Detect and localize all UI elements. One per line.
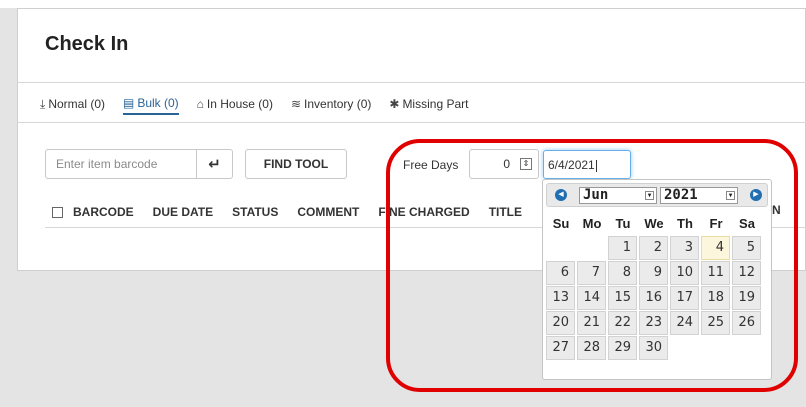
- text-cursor: [595, 159, 597, 172]
- tab-missing-part[interactable]: ✱ Missing Part: [389, 93, 468, 115]
- year-select[interactable]: 2021 ▼: [660, 187, 738, 204]
- day-cell[interactable]: 22: [608, 311, 637, 335]
- day-cell[interactable]: 25: [701, 311, 730, 335]
- spinner-arrows-icon[interactable]: ⇕: [520, 158, 532, 170]
- day-cell[interactable]: 19: [732, 286, 761, 310]
- free-days-stepper[interactable]: 0 ⇕: [469, 149, 539, 179]
- tab-inventory[interactable]: ≋ Inventory (0): [291, 93, 371, 115]
- day-cell[interactable]: 13: [546, 286, 575, 310]
- empty-day-cell: [546, 236, 575, 260]
- day-cell[interactable]: 14: [577, 286, 606, 310]
- column-status[interactable]: STATUS: [232, 205, 278, 219]
- day-cell[interactable]: 28: [577, 336, 606, 360]
- weekday-label: Sa: [739, 216, 755, 231]
- tab-bulk[interactable]: ▤ Bulk (0): [122, 93, 179, 115]
- weekday-label: We: [644, 216, 664, 231]
- enter-arrow-icon[interactable]: ↵: [196, 150, 232, 178]
- barcode-list-icon: ▤: [122, 96, 135, 110]
- weekday-label: Su: [552, 216, 570, 231]
- date-value: 6/4/2021: [548, 158, 595, 172]
- chevron-down-icon: ▼: [726, 191, 735, 200]
- prev-month-icon[interactable]: ◀: [555, 189, 567, 201]
- day-cell[interactable]: 9: [639, 261, 668, 285]
- day-cell[interactable]: 24: [670, 311, 699, 335]
- layers-icon: ≋: [290, 97, 302, 111]
- day-cell[interactable]: 27: [546, 336, 575, 360]
- day-cell[interactable]: 17: [670, 286, 699, 310]
- weekday-label: Th: [677, 216, 693, 231]
- tab-missing-part-label: Missing Part: [402, 97, 469, 111]
- free-days-value: 0: [503, 157, 510, 171]
- day-cell[interactable]: 6: [546, 261, 575, 285]
- divider: [18, 82, 806, 83]
- weekday-label: Fr: [709, 216, 723, 231]
- barcode-input-group: Enter item barcode ↵: [45, 149, 233, 179]
- day-cell[interactable]: 16: [639, 286, 668, 310]
- find-tool-button[interactable]: FIND TOOL: [245, 149, 347, 179]
- tab-normal-label: Normal (0): [48, 97, 105, 111]
- page-title: Check In: [45, 33, 129, 55]
- day-cell[interactable]: 7: [577, 261, 606, 285]
- weekday-row: Su Mo Tu We Th Fr Sa: [546, 213, 768, 235]
- column-fine-charged[interactable]: FINE CHARGED: [378, 205, 469, 219]
- column-barcode[interactable]: BARCODE: [73, 205, 134, 219]
- datepicker-header: ◀ Jun ▼ 2021 ▼ ▶: [546, 183, 768, 207]
- next-month-icon[interactable]: ▶: [750, 189, 762, 201]
- day-cell[interactable]: 2: [639, 236, 668, 260]
- weekday-label: Mo: [582, 216, 602, 231]
- date-input[interactable]: 6/4/2021: [543, 150, 631, 179]
- download-icon: ⤓: [40, 96, 46, 111]
- day-cell[interactable]: 11: [701, 261, 730, 285]
- year-value: 2021: [664, 187, 698, 203]
- day-cell[interactable]: 23: [639, 311, 668, 335]
- tab-in-house-label: In House (0): [206, 97, 273, 111]
- day-cell[interactable]: 8: [608, 261, 637, 285]
- barcode-input[interactable]: Enter item barcode: [46, 150, 196, 178]
- datepicker: ◀ Jun ▼ 2021 ▼ ▶ Su Mo Tu We Th Fr Sa 12345678…: [542, 179, 772, 380]
- chevron-down-icon: ▼: [645, 191, 654, 200]
- day-cell[interactable]: 21: [577, 311, 606, 335]
- day-cell[interactable]: 30: [639, 336, 668, 360]
- column-title[interactable]: TITLE: [489, 205, 522, 219]
- empty-day-cell: [577, 236, 606, 260]
- day-cell[interactable]: 18: [701, 286, 730, 310]
- tab-normal[interactable]: ⤓ Normal (0): [40, 93, 105, 115]
- day-cell[interactable]: 12: [732, 261, 761, 285]
- day-cell[interactable]: 15: [608, 286, 637, 310]
- day-cell[interactable]: 29: [608, 336, 637, 360]
- month-select[interactable]: Jun ▼: [579, 187, 657, 204]
- month-value: Jun: [583, 187, 609, 203]
- column-comment[interactable]: COMMENT: [297, 205, 359, 219]
- day-cell[interactable]: 3: [670, 236, 699, 260]
- column-due-date[interactable]: DUE DATE: [153, 205, 213, 219]
- column-partial: N: [772, 203, 781, 217]
- tab-in-house[interactable]: ⌂ In House (0): [197, 93, 273, 115]
- free-days-label: Free Days: [403, 158, 459, 172]
- select-all-checkbox[interactable]: [52, 206, 63, 218]
- day-cell[interactable]: 5: [732, 236, 761, 260]
- tab-bulk-label: Bulk (0): [137, 96, 179, 110]
- day-cell[interactable]: 1: [608, 236, 637, 260]
- weekday-label: Tu: [615, 216, 631, 231]
- day-cell[interactable]: 10: [670, 261, 699, 285]
- puzzle-icon: ✱: [389, 97, 400, 111]
- day-cell[interactable]: 26: [732, 311, 761, 335]
- day-grid: 1 2 3 4 5 6 7 8 9 10 11 12 13 14 15 16 17 18 19 20 21 22 23 24 2…: [546, 236, 768, 360]
- day-cell[interactable]: 20: [546, 311, 575, 335]
- tab-inventory-label: Inventory (0): [304, 97, 372, 111]
- table-header: BARCODE DUE DATE STATUS COMMENT FINE CHA…: [45, 197, 541, 227]
- home-icon: ⌂: [196, 97, 204, 111]
- tab-bar: ⤓ Normal (0) ▤ Bulk (0) ⌂ In House (0) ≋…: [40, 93, 486, 115]
- top-strip: [0, 0, 806, 8]
- divider: [18, 122, 806, 123]
- day-cell[interactable]: 4: [701, 236, 730, 260]
